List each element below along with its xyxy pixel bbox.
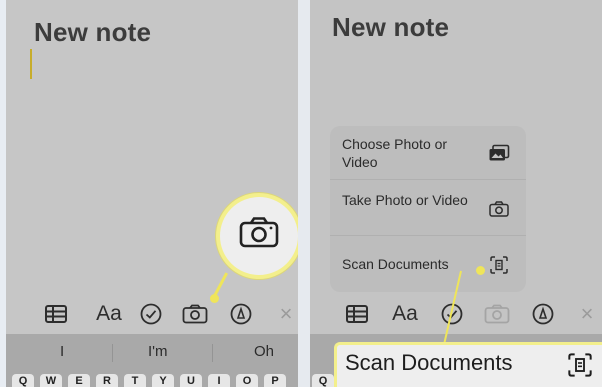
key[interactable]: W	[40, 374, 62, 387]
note-toolbar: Aa ×	[6, 295, 298, 333]
camera-icon	[488, 199, 510, 219]
close-label: ×	[580, 301, 594, 326]
key[interactable]: I	[208, 374, 230, 387]
camera-icon[interactable]	[180, 295, 210, 333]
close-label: ×	[279, 301, 293, 326]
table-icon[interactable]	[342, 295, 372, 333]
close-keyboard-button[interactable]: ×	[572, 295, 602, 333]
checklist-icon[interactable]	[136, 295, 166, 333]
predictive-suggestions: I I'm Oh	[6, 340, 298, 364]
menu-item-label: Scan Documents	[342, 256, 449, 272]
close-keyboard-button[interactable]: ×	[271, 295, 298, 333]
format-text-button[interactable]: Aa	[92, 295, 126, 333]
camera-icon[interactable]	[482, 295, 512, 333]
magnifier-pointer	[213, 272, 229, 297]
keyboard: I I'm Oh Q W E R T Y U I O P	[6, 334, 298, 387]
highlight-dot	[210, 294, 219, 303]
menu-item-take-photo[interactable]: Take Photo or Video	[330, 182, 526, 236]
key[interactable]: Q	[12, 374, 34, 387]
photo-library-icon	[488, 143, 510, 163]
menu-item-choose-photo[interactable]: Choose Photo or Video	[330, 126, 526, 180]
key[interactable]: U	[180, 374, 202, 387]
markup-pen-icon[interactable]	[226, 295, 256, 333]
format-label: Aa	[392, 302, 418, 325]
suggestion-divider	[212, 344, 213, 362]
notes-screen-left: New note Aa × I I'm Oh Q W E R T Y U I O…	[6, 0, 298, 387]
panel-divider	[298, 0, 310, 387]
key-row: Q W E R T Y U I O P	[6, 374, 298, 387]
camera-icon	[239, 216, 279, 253]
callout-label: Scan Documents	[345, 350, 513, 375]
notes-screen-right: New note Choose Photo or Video Take Phot…	[310, 0, 602, 387]
format-text-button[interactable]: Aa	[388, 295, 422, 333]
table-icon[interactable]	[41, 295, 71, 333]
suggestion[interactable]: Oh	[254, 343, 274, 360]
key[interactable]: P	[264, 374, 286, 387]
suggestion[interactable]: I	[60, 343, 64, 360]
camera-menu: Choose Photo or Video Take Photo or Vide…	[330, 126, 526, 292]
format-label: Aa	[96, 302, 122, 325]
key[interactable]: Y	[152, 374, 174, 387]
document-scan-icon	[488, 255, 510, 275]
suggestion[interactable]: I'm	[148, 343, 168, 360]
markup-pen-icon[interactable]	[528, 295, 558, 333]
suggestion-divider	[112, 344, 113, 362]
highlight-dot	[476, 266, 485, 275]
key[interactable]: E	[68, 374, 90, 387]
key[interactable]: O	[236, 374, 258, 387]
document-scan-icon	[568, 353, 592, 382]
key[interactable]: T	[124, 374, 146, 387]
key[interactable]: R	[96, 374, 118, 387]
note-title[interactable]: New note	[34, 17, 151, 48]
note-toolbar: Aa ×	[310, 295, 602, 333]
menu-item-label: Take Photo or Video	[342, 192, 468, 208]
menu-item-scan-documents[interactable]: Scan Documents	[330, 238, 526, 292]
text-cursor	[30, 49, 32, 79]
camera-magnifier	[216, 193, 298, 279]
menu-item-label: Choose Photo or Video	[342, 136, 448, 170]
note-title[interactable]: New note	[332, 12, 449, 43]
key[interactable]: Q	[312, 374, 334, 387]
scan-documents-callout: Scan Documents	[334, 342, 602, 387]
